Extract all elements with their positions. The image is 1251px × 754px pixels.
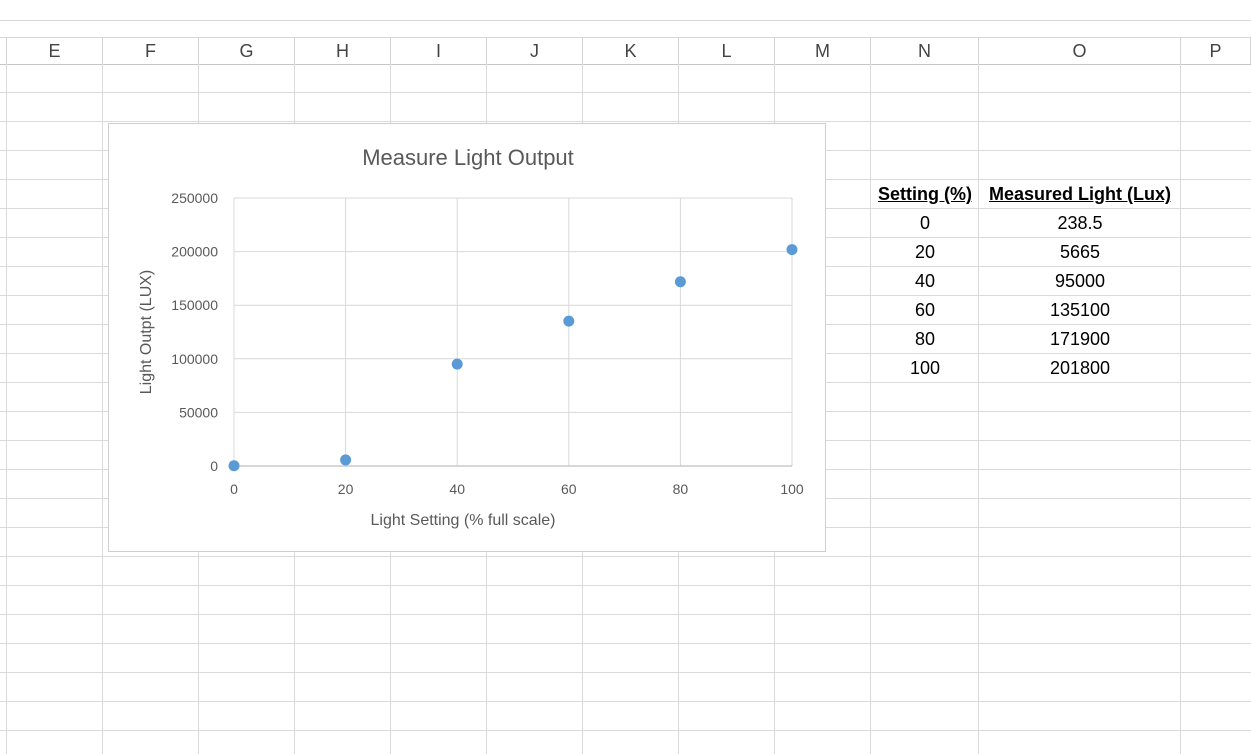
measured-light-value-cell[interactable]: 5665 (979, 238, 1181, 267)
y-tick-label: 50000 (179, 404, 218, 420)
column-gridline (978, 64, 979, 754)
row-gridline (0, 585, 1251, 586)
setting-value-cell[interactable]: 40 (871, 267, 979, 296)
row-gridline (0, 121, 1251, 122)
column-header-p[interactable]: P (1181, 38, 1251, 64)
row-gridline (0, 701, 1251, 702)
setting-value-cell[interactable]: 60 (871, 296, 979, 325)
row-gridline (0, 672, 1251, 673)
row-gridline (0, 643, 1251, 644)
column-header-h[interactable]: H (295, 38, 391, 64)
y-tick-label: 150000 (171, 297, 218, 313)
column-header-m[interactable]: M (775, 38, 871, 64)
measured-light-header-cell[interactable]: Measured Light (Lux) (979, 180, 1181, 209)
y-tick-label: 200000 (171, 244, 218, 260)
column-header-l[interactable]: L (679, 38, 775, 64)
column-header-g[interactable]: G (199, 38, 295, 64)
x-tick-label: 80 (673, 481, 689, 497)
y-axis-title: Light Outpt (LUX) (138, 270, 155, 395)
column-header-e[interactable]: E (7, 38, 103, 64)
row-gridline (0, 556, 1251, 557)
measured-light-value-cell[interactable]: 135100 (979, 296, 1181, 325)
data-point (340, 454, 352, 466)
x-tick-label: 60 (561, 481, 577, 497)
chart-canvas: 0 50000 100000 150000 200000 250000 0 20 40 60 80 1… (138, 145, 804, 529)
setting-value-cell[interactable]: 80 (871, 325, 979, 354)
setting-header-cell[interactable]: Setting (%) (871, 180, 979, 209)
column-header-f[interactable]: F (103, 38, 199, 64)
scatter-chart[interactable]: 0 50000 100000 150000 200000 250000 0 20 40 60 80 1… (108, 123, 826, 552)
column-header-j[interactable]: J (487, 38, 583, 64)
x-axis-title: Light Setting (% full scale) (371, 512, 556, 529)
data-point (786, 244, 798, 256)
column-header-i[interactable]: I (391, 38, 487, 64)
column-gridline (870, 64, 871, 754)
measured-light-value-cell[interactable]: 95000 (979, 267, 1181, 296)
select-all-corner[interactable] (0, 38, 7, 64)
x-tick-label: 0 (230, 481, 238, 497)
column-gridline (6, 64, 7, 754)
x-tick-label: 20 (338, 481, 354, 497)
data-point (563, 315, 575, 327)
column-header-n[interactable]: N (871, 38, 979, 64)
x-tick-label: 100 (780, 481, 804, 497)
column-header-row: EFGHIJKLMNOP (0, 37, 1251, 65)
setting-value-cell[interactable]: 0 (871, 209, 979, 238)
column-gridline (1180, 64, 1181, 754)
formula-bar-area (0, 0, 1251, 21)
row-gridline (0, 92, 1251, 93)
column-header-o[interactable]: O (979, 38, 1181, 64)
row-gridline (0, 730, 1251, 731)
data-point (451, 358, 463, 370)
y-tick-label: 0 (210, 458, 218, 474)
row-gridline (0, 614, 1251, 615)
setting-value-cell[interactable]: 100 (871, 354, 979, 383)
x-tick-label: 40 (449, 481, 465, 497)
y-tick-label: 100000 (171, 351, 218, 367)
y-tick-label: 250000 (171, 190, 218, 206)
data-point (674, 276, 686, 288)
measured-light-value-cell[interactable]: 171900 (979, 325, 1181, 354)
measured-light-value-cell[interactable]: 238.5 (979, 209, 1181, 238)
chart-title: Measure Light Output (362, 145, 574, 170)
setting-value-cell[interactable]: 20 (871, 238, 979, 267)
column-gridline (102, 64, 103, 754)
data-point (228, 460, 240, 472)
measured-light-value-cell[interactable]: 201800 (979, 354, 1181, 383)
column-header-k[interactable]: K (583, 38, 679, 64)
